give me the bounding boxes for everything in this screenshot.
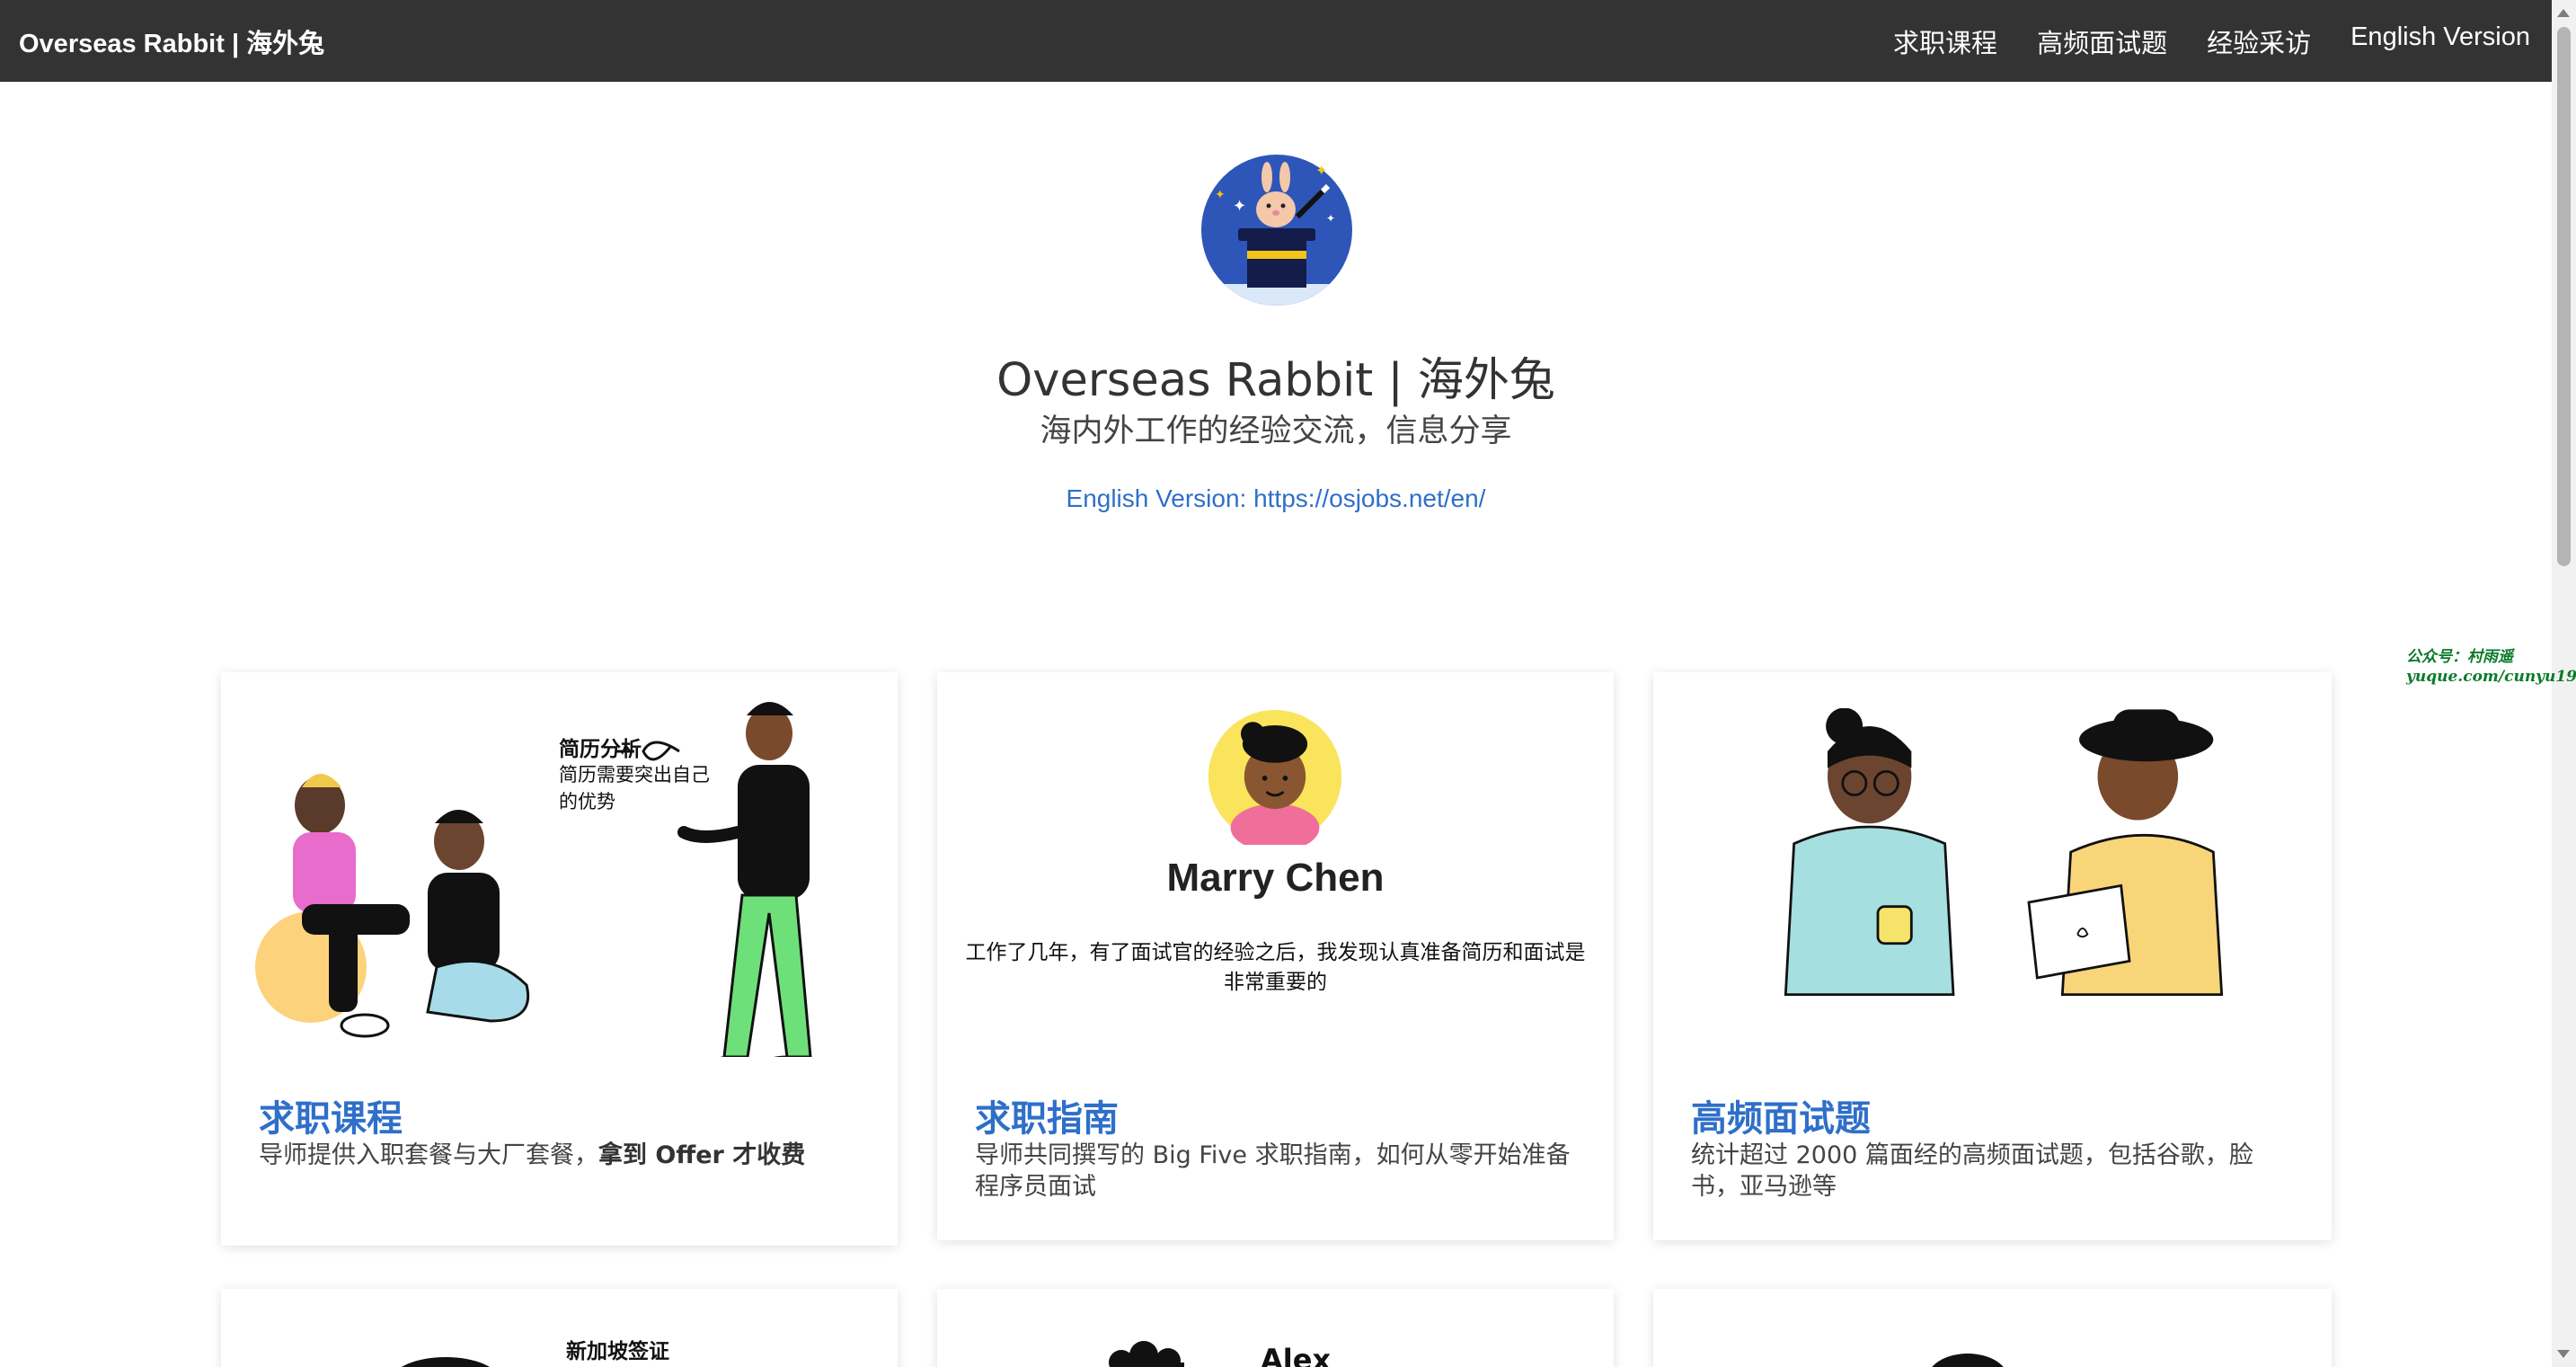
svg-text:✦: ✦	[1215, 187, 1226, 201]
svg-text:✦: ✦	[1233, 197, 1246, 215]
page-title: Overseas Rabbit | 海外兔	[996, 354, 1555, 407]
nav-link-interview-questions[interactable]: 高频面试题	[2037, 22, 2167, 60]
watermark: 公众号：村雨遥 yuque.com/cunyu1943	[2406, 647, 2576, 687]
card-visa[interactable]: 新加坡签证	[221, 1289, 898, 1367]
visa-illus-heading: 新加坡签证	[566, 1340, 669, 1363]
card-desc-courses: 导师提供入职套餐与大厂套餐，拿到 Offer 才收费	[259, 1140, 865, 1171]
card-title-guide[interactable]: 求职指南	[975, 1089, 1119, 1141]
illus-heading: 简历分析	[559, 738, 642, 761]
alex-avatar	[1109, 1341, 1184, 1367]
card-desc-bold: 拿到 Offer 才收费	[598, 1141, 806, 1169]
brand-link[interactable]: Overseas Rabbit | 海外兔	[19, 22, 324, 60]
visa-illustration	[401, 1357, 491, 1367]
illus-text-2: 的优势	[559, 791, 615, 812]
card-title-interview-questions[interactable]: 高频面试题	[1691, 1089, 1871, 1141]
watermark-line-1: 公众号：村雨遥	[2406, 648, 2513, 666]
top-navbar: Overseas Rabbit | 海外兔 求职课程 高频面试题 经验采访 En…	[0, 0, 2552, 82]
card-title-courses[interactable]: 求职课程	[259, 1089, 403, 1141]
card-interview-questions[interactable]: 高频面试题 统计超过 2000 篇面经的高频面试题，包括谷歌，脸书，亚马逊等	[1653, 672, 2332, 1240]
english-version-link[interactable]: English Version: https://osjobs.net/en/	[0, 484, 2552, 513]
card-alex-interview[interactable]: Alex	[937, 1289, 1614, 1367]
nav-link-interviews[interactable]: 经验采访	[2207, 22, 2311, 60]
marry-chen-avatar	[1208, 709, 1342, 845]
card-courses[interactable]: 简历分析 简历需要突出自己 的优势 求职课程 导师提供入职套餐与大厂套餐，拿到 …	[221, 672, 898, 1246]
nav-link-english-version[interactable]: English Version	[2350, 22, 2530, 60]
card-desc-interview-questions: 统计超过 2000 篇面经的高频面试题，包括谷歌，脸书，亚马逊等	[1691, 1141, 2253, 1201]
svg-text:✦: ✦	[1326, 212, 1335, 225]
nav-links: 求职课程 高频面试题 经验采访 English Version	[1893, 22, 2530, 60]
card-desc-plain: 导师提供入职套餐与大厂套餐，	[259, 1141, 598, 1169]
scroll-down-arrow[interactable]	[2557, 1350, 2570, 1358]
scroll-thumb[interactable]	[2557, 27, 2571, 566]
person-quote: 工作了几年，有了面试官的经验之后，我发现认真准备简历和面试是非常重要的	[965, 941, 1586, 994]
card-guide[interactable]: Marry Chen 工作了几年，有了面试官的经验之后，我发现认真准备简历和面试…	[937, 672, 1614, 1240]
watermark-line-2: yuque.com/cunyu1943	[2406, 668, 2576, 686]
interviewers-illustration	[1784, 708, 2224, 996]
alex-name: Alex	[1261, 1343, 1332, 1367]
scroll-up-arrow[interactable]	[2557, 9, 2570, 17]
illus-text-1: 简历需要突出自己	[559, 764, 710, 786]
page-subtitle: 海内外工作的经验交流，信息分享	[1040, 413, 1512, 449]
card-sixth[interactable]	[1653, 1289, 2332, 1367]
svg-text:✦: ✦	[1315, 164, 1327, 179]
nav-link-courses[interactable]: 求职课程	[1893, 22, 1997, 60]
card-desc-guide: 导师共同撰写的 Big Five 求职指南，如何从零开始准备程序员面试	[975, 1141, 1571, 1201]
person-illustration	[1932, 1354, 2004, 1367]
rabbit-logo: ✦ ✦ ✦ ✦	[1201, 155, 1352, 306]
person-name: Marry Chen	[1166, 856, 1385, 900]
